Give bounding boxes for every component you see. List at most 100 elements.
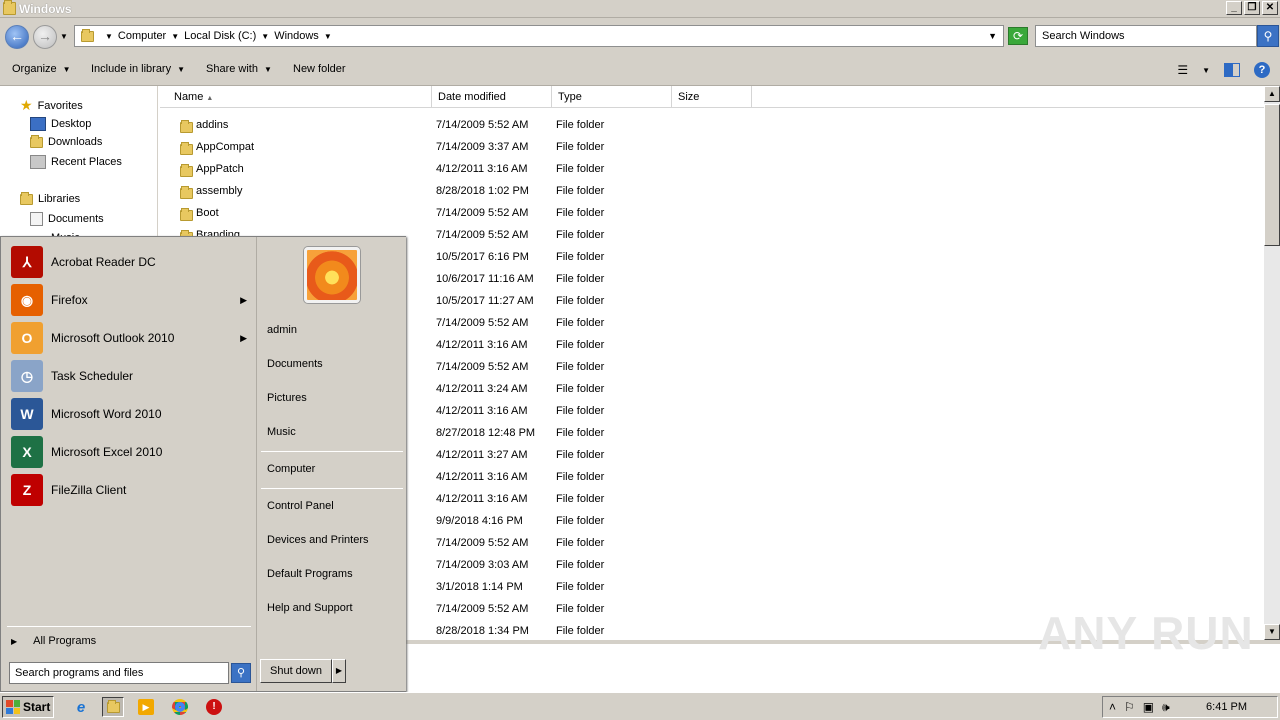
- stop-icon[interactable]: !: [203, 697, 225, 717]
- chevron-down-icon[interactable]: ▼: [324, 32, 332, 41]
- address-bar[interactable]: ▼ Computer ▼ Local Disk (C:) ▼ Windows ▼…: [74, 25, 1004, 47]
- organize-button[interactable]: Organize ▼: [12, 63, 71, 75]
- nav-documents[interactable]: Documents: [30, 212, 104, 226]
- program-item[interactable]: ⅄ Acrobat Reader DC: [11, 245, 251, 279]
- all-programs-button[interactable]: ▶ All Programs: [11, 635, 96, 647]
- nav-downloads[interactable]: Downloads: [30, 134, 102, 148]
- network-icon[interactable]: ▣: [1143, 700, 1154, 715]
- link-music[interactable]: Music: [267, 426, 296, 438]
- file-date: 10/5/2017 11:27 AM: [436, 295, 534, 307]
- table-row[interactable]: AppCompat 7/14/2009 3:37 AM File folder: [160, 137, 1264, 159]
- refresh-button[interactable]: ⟳: [1008, 27, 1028, 45]
- explorer-taskbar-button[interactable]: [102, 697, 124, 717]
- link-control-panel[interactable]: Control Panel: [267, 500, 334, 512]
- file-name: addins: [196, 119, 229, 131]
- file-date: 4/12/2011 3:16 AM: [436, 405, 528, 417]
- breadcrumb-windows[interactable]: Windows: [274, 30, 319, 42]
- chevron-down-icon[interactable]: ▼: [261, 32, 269, 41]
- documents-icon: [30, 212, 43, 226]
- show-hidden-icons-icon[interactable]: ˄: [1109, 700, 1116, 715]
- file-type: File folder: [556, 515, 605, 527]
- file-date: 4/12/2011 3:16 AM: [436, 163, 528, 175]
- help-icon[interactable]: ?: [1254, 62, 1270, 78]
- folder-icon: [106, 699, 120, 713]
- program-label: Microsoft Excel 2010: [51, 445, 163, 459]
- clock[interactable]: 6:41 PM: [1206, 701, 1247, 713]
- user-avatar[interactable]: [304, 247, 360, 303]
- file-type: File folder: [556, 163, 605, 175]
- recent-pages-dropdown[interactable]: ▼: [60, 32, 68, 41]
- back-button[interactable]: ←: [5, 25, 29, 49]
- chrome-icon[interactable]: [169, 697, 191, 717]
- start-search-input[interactable]: Search programs and files: [9, 662, 229, 684]
- file-type: File folder: [556, 185, 605, 197]
- nav-recent-places[interactable]: Recent Places: [30, 155, 122, 169]
- search-icon[interactable]: ⚲: [231, 663, 251, 683]
- column-name[interactable]: Name ▲: [168, 86, 432, 108]
- nav-desktop-label: Desktop: [51, 118, 92, 130]
- close-button[interactable]: ✕: [1262, 1, 1278, 15]
- restore-button[interactable]: ❐: [1244, 1, 1260, 15]
- address-dropdown[interactable]: ▼: [988, 31, 997, 41]
- scroll-down-button[interactable]: ▼: [1264, 624, 1280, 640]
- program-item[interactable]: O Microsoft Outlook 2010 ▶: [11, 321, 251, 355]
- breadcrumb-computer[interactable]: Computer: [118, 30, 166, 42]
- shutdown-options-button[interactable]: ▶: [332, 659, 346, 683]
- table-row[interactable]: Boot 7/14/2009 5:52 AM File folder: [160, 203, 1264, 225]
- scroll-up-button[interactable]: ▲: [1264, 86, 1280, 102]
- new-folder-button[interactable]: New folder: [293, 63, 346, 75]
- program-item[interactable]: W Microsoft Word 2010: [11, 397, 251, 431]
- program-item[interactable]: ◷ Task Scheduler: [11, 359, 251, 393]
- column-date[interactable]: Date modified: [432, 86, 552, 108]
- breadcrumb-local-disk[interactable]: Local Disk (C:): [184, 30, 256, 42]
- file-type: File folder: [556, 141, 605, 153]
- program-item[interactable]: ◉ Firefox ▶: [11, 283, 251, 317]
- file-date: 4/12/2011 3:16 AM: [436, 471, 528, 483]
- search-icon[interactable]: ⚲: [1257, 25, 1279, 47]
- internet-explorer-icon[interactable]: e: [70, 697, 92, 717]
- file-date: 4/12/2011 3:27 AM: [436, 449, 528, 461]
- link-default-programs[interactable]: Default Programs: [267, 568, 353, 580]
- action-center-flag-icon[interactable]: ⚐: [1124, 700, 1135, 715]
- link-devices-printers[interactable]: Devices and Printers: [267, 534, 369, 546]
- include-in-library-button[interactable]: Include in library ▼: [91, 63, 185, 75]
- file-type: File folder: [556, 229, 605, 241]
- start-button[interactable]: Start: [2, 696, 54, 718]
- file-date: 8/27/2018 12:48 PM: [436, 427, 536, 439]
- file-type: File folder: [556, 603, 605, 615]
- forward-button[interactable]: →: [33, 25, 57, 49]
- column-type[interactable]: Type: [552, 86, 672, 108]
- chevron-down-icon[interactable]: ▼: [171, 32, 179, 41]
- file-type: File folder: [556, 493, 605, 505]
- share-with-button[interactable]: Share with ▼: [206, 63, 272, 75]
- table-row[interactable]: addins 7/14/2009 5:52 AM File folder: [160, 115, 1264, 137]
- chevron-down-icon[interactable]: ▼: [1202, 66, 1210, 75]
- volume-icon[interactable]: 🕪: [1162, 700, 1170, 715]
- link-user[interactable]: admin: [267, 324, 297, 336]
- nav-favorites[interactable]: ★ Favorites: [20, 97, 83, 114]
- column-size[interactable]: Size: [672, 86, 752, 108]
- program-item[interactable]: X Microsoft Excel 2010: [11, 435, 251, 469]
- scroll-thumb[interactable]: [1264, 104, 1280, 246]
- view-options-icon[interactable]: ☰: [1177, 63, 1188, 77]
- search-input[interactable]: Search Windows: [1035, 25, 1257, 47]
- link-documents[interactable]: Documents: [267, 358, 323, 370]
- vertical-scrollbar[interactable]: ▲ ▼: [1264, 86, 1280, 640]
- program-item[interactable]: Z FileZilla Client: [11, 473, 251, 507]
- nav-desktop[interactable]: Desktop: [30, 117, 91, 131]
- minimize-button[interactable]: _: [1226, 1, 1242, 15]
- link-help-support[interactable]: Help and Support: [267, 602, 353, 614]
- table-row[interactable]: AppPatch 4/12/2011 3:16 AM File folder: [160, 159, 1264, 181]
- file-date: 8/28/2018 1:02 PM: [436, 185, 529, 197]
- taskbar: Start e ▶ ! ˄ ⚐ ▣ 🕪 6:41 PM: [0, 692, 1280, 720]
- breadcrumb: ▼ Computer ▼ Local Disk (C:) ▼ Windows ▼: [100, 30, 337, 42]
- nav-libraries[interactable]: Libraries: [20, 191, 80, 205]
- media-player-icon[interactable]: ▶: [135, 697, 157, 717]
- chevron-down-icon[interactable]: ▼: [105, 32, 113, 41]
- file-date: 7/14/2009 5:52 AM: [436, 229, 529, 241]
- link-pictures[interactable]: Pictures: [267, 392, 307, 404]
- shutdown-button[interactable]: Shut down: [260, 659, 332, 683]
- link-computer[interactable]: Computer: [267, 463, 315, 475]
- table-row[interactable]: assembly 8/28/2018 1:02 PM File folder: [160, 181, 1264, 203]
- preview-pane-icon[interactable]: [1224, 63, 1240, 77]
